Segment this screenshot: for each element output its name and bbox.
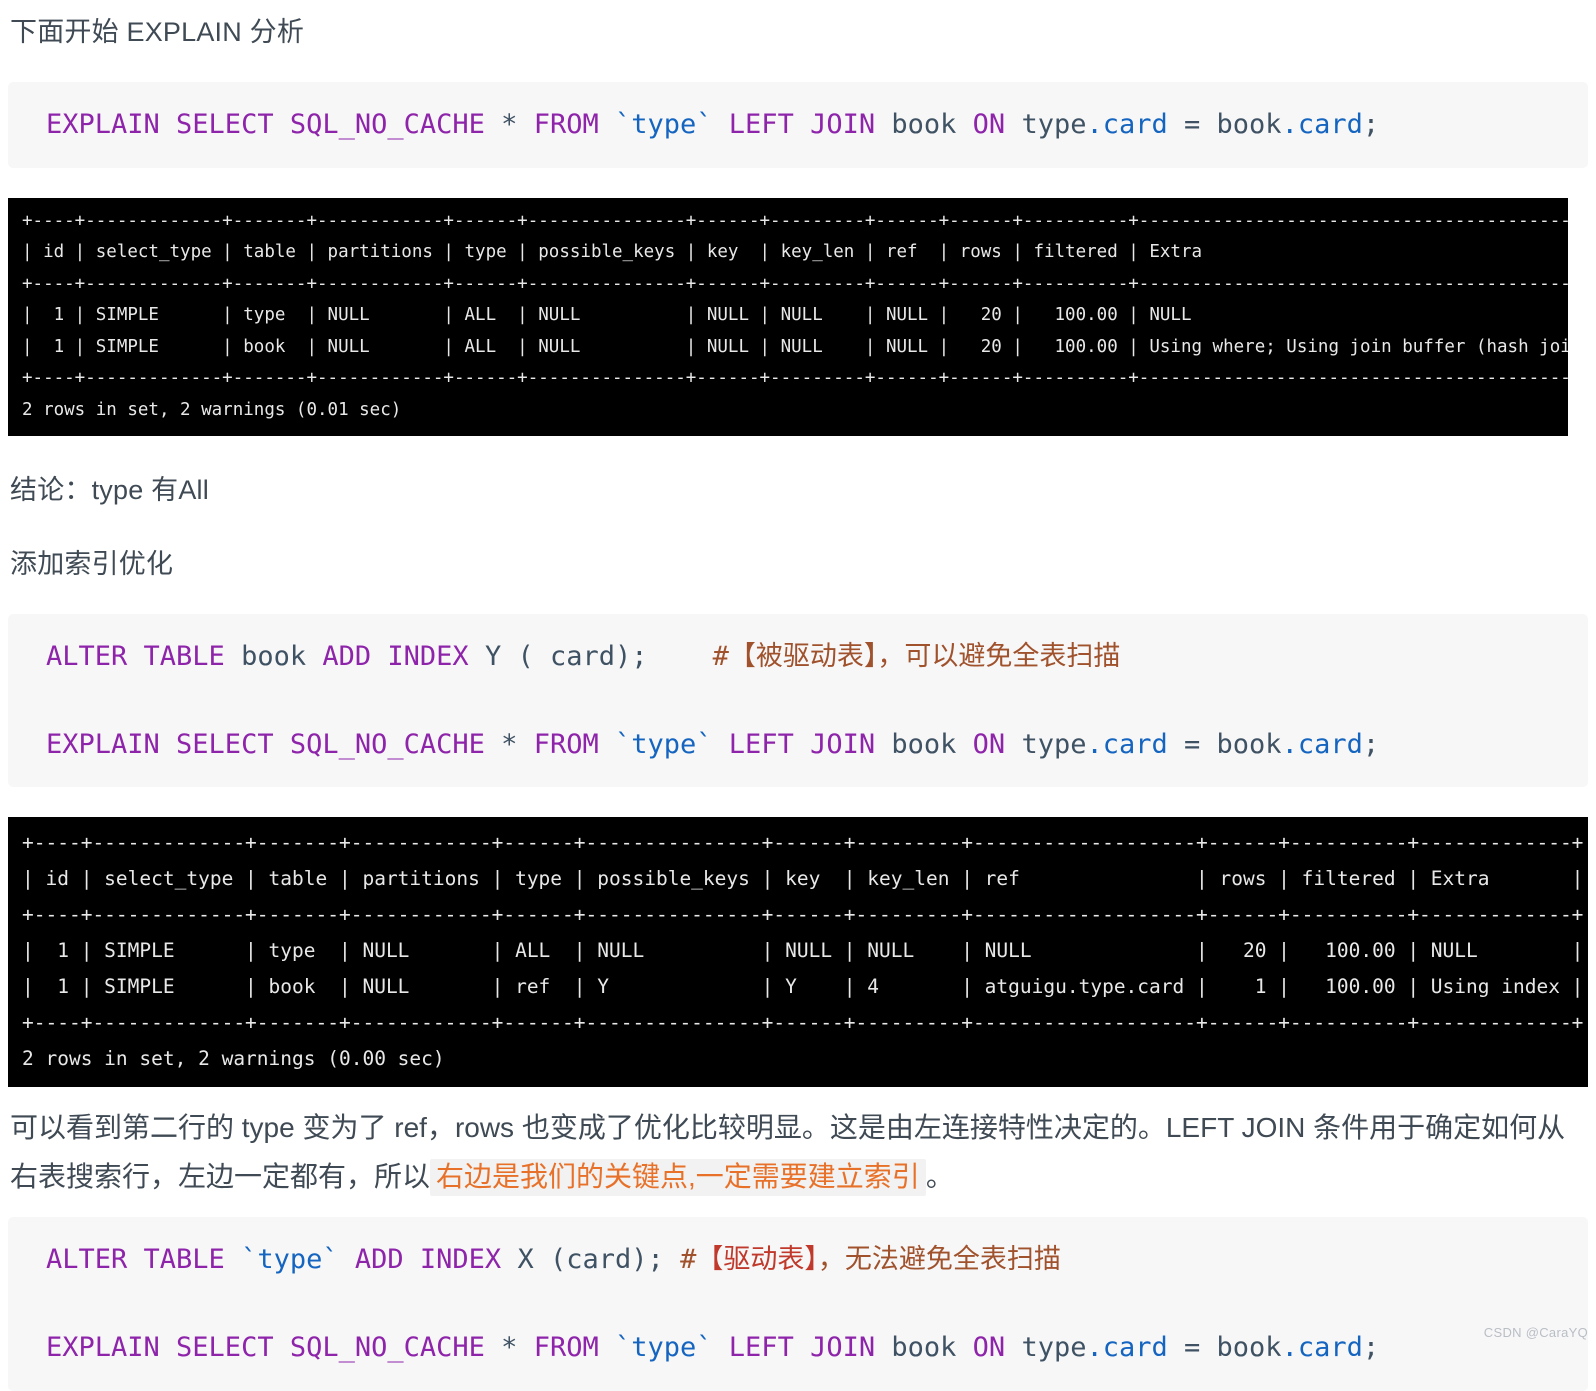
- code-token: ALTER TABLE: [46, 640, 225, 672]
- code-line-explain-2: EXPLAIN SELECT SQL_NO_CACHE * FROM `type…: [8, 724, 1588, 766]
- code-block-alter-book[interactable]: ALTER TABLE book ADD INDEX Y ( card); #【…: [8, 613, 1588, 788]
- code-token: book: [241, 640, 307, 672]
- code-token: );: [615, 640, 648, 672]
- code-token: (: [533, 1244, 567, 1276]
- code-token: =: [1167, 728, 1217, 760]
- code-token: ADD INDEX: [354, 1244, 502, 1276]
- csdn-watermark: CSDN @CaraYQ: [1483, 1325, 1588, 1340]
- terminal-output-2: +----+-------------+-------+------------…: [8, 817, 1588, 1088]
- code-line: EXPLAIN SELECT SQL_NO_CACHE * FROM `type…: [8, 104, 1588, 146]
- optimize-heading: 添加索引优化: [10, 548, 174, 579]
- code-token: ;: [1362, 728, 1380, 760]
- code-token: book: [891, 108, 957, 140]
- code-token: 【驱动表】: [696, 1244, 818, 1276]
- code-token: );: [631, 1244, 681, 1276]
- code-token: `type`: [614, 728, 713, 760]
- code-token: *: [484, 728, 534, 760]
- code-token: ON: [972, 728, 1006, 760]
- page-title: 下面开始 EXPLAIN 分析: [10, 17, 305, 47]
- code-token: FROM: [533, 728, 599, 760]
- analysis-highlight: 右边是我们的关键点,一定需要建立索引: [430, 1159, 926, 1197]
- article-page: 下面开始 EXPLAIN 分析 EXPLAIN SELECT SQL_NO_CA…: [0, 0, 1596, 1391]
- code-line-alter-book: ALTER TABLE book ADD INDEX Y ( card); #【…: [8, 636, 1588, 678]
- code-token: #: [680, 1244, 697, 1276]
- code-block-alter-type[interactable]: ALTER TABLE `type` ADD INDEX X (card); #…: [8, 1217, 1588, 1391]
- terminal-output-1: +----+-------------+-------+------------…: [8, 197, 1568, 437]
- code-token: book: [1216, 728, 1282, 760]
- code-token: .card: [1086, 108, 1168, 140]
- analysis-paragraph: 可以看到第二行的 type 变为了 ref，rows 也变成了优化比较明显。这是…: [0, 1103, 1596, 1201]
- code-token: Y: [484, 640, 502, 672]
- terminal-text: +----+-------------+-------+------------…: [22, 210, 1568, 420]
- code-token: `type`: [614, 108, 713, 140]
- analysis-text-part2: 。: [925, 1161, 954, 1193]
- code-token: .card: [1086, 728, 1168, 760]
- code-token: type: [1005, 108, 1087, 140]
- conclusion-heading: 结论：type 有All: [10, 475, 209, 506]
- code-token: .card: [1281, 728, 1363, 760]
- code-token: card: [566, 1244, 632, 1276]
- code-line-alter-type: ALTER TABLE `type` ADD INDEX X (card); #…: [8, 1239, 1588, 1281]
- code-token: LEFT JOIN: [728, 728, 876, 760]
- code-token: #【被驱动表】，可以避免全表扫描: [647, 640, 1121, 672]
- code-token: X: [517, 1244, 534, 1276]
- code-token: `type`: [241, 1244, 339, 1276]
- code-token: ，无法避免全表扫描: [817, 1244, 1061, 1276]
- code-token: ADD INDEX: [322, 640, 469, 672]
- code-line-explain-3: EXPLAIN SELECT SQL_NO_CACHE * FROM `type…: [8, 1327, 1588, 1369]
- code-token: EXPLAIN SELECT SQL_NO_CACHE: [46, 728, 485, 760]
- code-token: ;: [1362, 108, 1380, 140]
- code-token: type: [1005, 728, 1087, 760]
- terminal-text: +----+-------------+-------+------------…: [22, 831, 1584, 1071]
- code-token: (: [501, 640, 550, 672]
- code-token: LEFT JOIN: [728, 108, 876, 140]
- code-token: ALTER TABLE: [46, 1244, 225, 1276]
- code-token: ON: [972, 108, 1006, 140]
- code-token: card: [550, 640, 616, 672]
- code-token: =: [1167, 108, 1217, 140]
- code-token: .card: [1281, 108, 1363, 140]
- code-block-explain-1[interactable]: EXPLAIN SELECT SQL_NO_CACHE * FROM `type…: [8, 81, 1588, 168]
- code-token: *: [484, 108, 534, 140]
- code-token: book: [891, 728, 957, 760]
- code-token: EXPLAIN SELECT SQL_NO_CACHE: [46, 108, 485, 140]
- code-token: FROM: [533, 108, 599, 140]
- code-token: book: [1216, 108, 1282, 140]
